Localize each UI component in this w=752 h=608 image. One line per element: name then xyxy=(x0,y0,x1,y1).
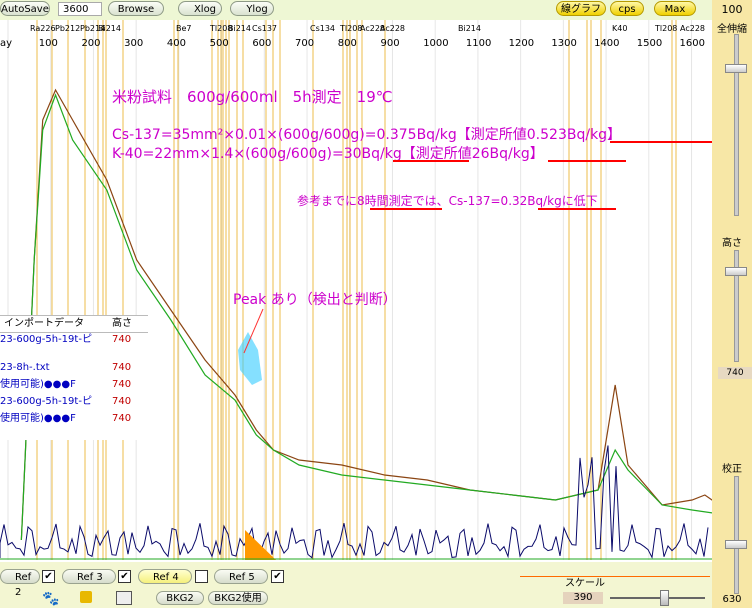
bkg2-button[interactable]: BKG2 xyxy=(156,591,204,605)
nuclide-label: Ac228 xyxy=(380,24,405,33)
nuclide-label: Pb212 xyxy=(55,24,80,33)
lock-icon[interactable] xyxy=(80,591,92,603)
tick-label: 300 xyxy=(124,38,143,49)
marker-triangle xyxy=(245,530,276,560)
tick-label: 1500 xyxy=(637,38,662,49)
row-height: 740 xyxy=(112,334,132,345)
takasa-label: 高さ xyxy=(722,238,742,249)
nuclide-label: Cs137 xyxy=(252,24,277,33)
xlog-toggle[interactable]: Xlog xyxy=(178,1,222,16)
nuclide-label: Ac228 xyxy=(680,24,705,33)
nuclide-label: Be7 xyxy=(176,24,192,33)
zenshin-slider-track[interactable] xyxy=(734,34,739,216)
kousei-slider-track[interactable] xyxy=(734,476,739,594)
bkg2-use-button[interactable]: BKG2使用 xyxy=(208,591,268,605)
tick-label: 1200 xyxy=(509,38,534,49)
ref2-button[interactable]: Ref 2 xyxy=(0,569,40,598)
browse-button[interactable]: Browse xyxy=(108,1,164,16)
save-icon[interactable] xyxy=(116,591,132,605)
row-height: 740 xyxy=(112,413,132,424)
nuclide-label: Tl208 xyxy=(339,24,362,33)
top-value: 100 xyxy=(721,3,743,16)
import-data-table: インポートデータ 高さ 23-600g-5h-19t-ピ 740 23-8h-.… xyxy=(0,315,148,440)
zenshin-label: 全伸縮 xyxy=(717,24,747,35)
count-field[interactable]: 3600 xyxy=(58,2,102,16)
underline-mark xyxy=(538,208,616,210)
import-header-name: インポートデータ xyxy=(4,318,84,329)
nuclide-label: Cs134 xyxy=(310,24,335,33)
ref2-checkbox[interactable]: ✔ xyxy=(42,570,55,583)
kousei-label: 校正 xyxy=(722,464,742,475)
paw-icon[interactable]: 🐾 xyxy=(42,591,59,607)
table-row[interactable]: 23-600g-5h-19t-ピ 740 xyxy=(0,394,148,410)
nuclide-label: Bi214 xyxy=(458,24,481,33)
ylog-toggle[interactable]: Ylog xyxy=(230,1,274,16)
tick-label: 100 xyxy=(39,38,58,49)
underline-mark xyxy=(610,141,712,143)
tick-label: 1600 xyxy=(680,38,705,49)
row-name: 使用可能)●●●F xyxy=(0,413,76,424)
tick-label: ay xyxy=(0,38,12,49)
underline-mark xyxy=(370,208,442,210)
nuclide-label: Bi214 xyxy=(98,24,121,33)
row-name: 23-600g-5h-19t-ピ xyxy=(0,396,92,407)
tick-label: 900 xyxy=(380,38,399,49)
k40-calc: K-40=22mm×1.4×(600g/600g)=30Bq/kg【測定所値26… xyxy=(112,146,544,162)
reference-note: 参考までに8時間測定では、Cs-137=0.32Bq/kgに低下 xyxy=(297,194,598,208)
row-height: 740 xyxy=(112,396,132,407)
tick-label: 1000 xyxy=(423,38,448,49)
table-row[interactable]: 23-8h-.txt 740 xyxy=(0,360,148,376)
takasa-slider-thumb[interactable] xyxy=(725,267,747,276)
cs137-calc: Cs-137=35mm²×0.01×(600g/600g)=0.375Bq/kg… xyxy=(112,127,622,143)
row-name: 使用可能)●●●F xyxy=(0,379,76,390)
tick-label: 800 xyxy=(338,38,357,49)
underline-mark xyxy=(393,160,469,162)
autosave-button[interactable]: AutoSave xyxy=(0,1,50,16)
cps-button[interactable]: cps xyxy=(610,1,644,16)
top-toolbar: AutoSave 3600 Browse Xlog Ylog 線グラフ cps … xyxy=(0,0,752,20)
underline-mark xyxy=(548,160,626,162)
kousei-slider-thumb[interactable] xyxy=(725,540,747,549)
bottom-toolbar: Ref 2 ✔ Ref 3 ✔ Ref 4 Ref 5 ✔ 🐾 BKG2 BKG… xyxy=(0,562,712,608)
scale-value: 390 xyxy=(563,592,603,604)
scale-slider-thumb[interactable] xyxy=(660,590,669,606)
tick-label: 1100 xyxy=(466,38,491,49)
ref5-button[interactable]: Ref 5 xyxy=(214,569,268,584)
ref4-button[interactable]: Ref 4 xyxy=(138,569,192,584)
scale-label: スケール xyxy=(565,578,605,589)
tick-label: 600 xyxy=(252,38,271,49)
ref3-checkbox[interactable]: ✔ xyxy=(118,570,131,583)
row-height: 740 xyxy=(112,379,132,390)
table-row[interactable]: 23-600g-5h-19t-ピ 740 xyxy=(0,332,148,348)
tick-label: 500 xyxy=(210,38,229,49)
tick-label: 200 xyxy=(81,38,100,49)
takasa-value: 740 xyxy=(718,367,752,379)
tick-label: 400 xyxy=(167,38,186,49)
ref5-checkbox[interactable]: ✔ xyxy=(271,570,284,583)
nuclide-label: Ra226 xyxy=(30,24,56,33)
zenshin-slider-thumb[interactable] xyxy=(725,64,747,73)
nuclide-label: Tl208 xyxy=(654,24,677,33)
table-row[interactable]: 使用可能)●●●F 740 xyxy=(0,411,148,427)
nuclide-label: K40 xyxy=(612,24,627,33)
row-height: 740 xyxy=(112,362,132,373)
table-row[interactable]: 使用可能)●●●F 740 xyxy=(0,377,148,393)
scale-line xyxy=(520,576,710,577)
nuclide-label: Bi214 xyxy=(228,24,251,33)
right-control-panel: 100 全伸縮 高さ 740 校正 630 xyxy=(712,0,752,608)
tick-label: 1300 xyxy=(551,38,576,49)
scale-slider-track[interactable] xyxy=(610,597,705,599)
line-graph-button[interactable]: 線グラフ xyxy=(556,1,606,16)
ref4-checkbox[interactable] xyxy=(195,570,208,583)
row-name: 23-600g-5h-19t-ピ xyxy=(0,334,92,345)
bottom-value: 630 xyxy=(722,594,742,605)
peak-label: Peak あり（検出と判断） xyxy=(233,292,397,308)
tick-label: 1400 xyxy=(594,38,619,49)
max-button[interactable]: Max xyxy=(654,1,696,16)
tick-label: 700 xyxy=(295,38,314,49)
sample-title: 米粉試料 600g/600ml 5h測定 19℃ xyxy=(112,88,393,106)
row-name: 23-8h-.txt xyxy=(0,362,50,373)
ref3-button[interactable]: Ref 3 xyxy=(62,569,116,584)
import-header-height: 高さ xyxy=(112,318,132,329)
